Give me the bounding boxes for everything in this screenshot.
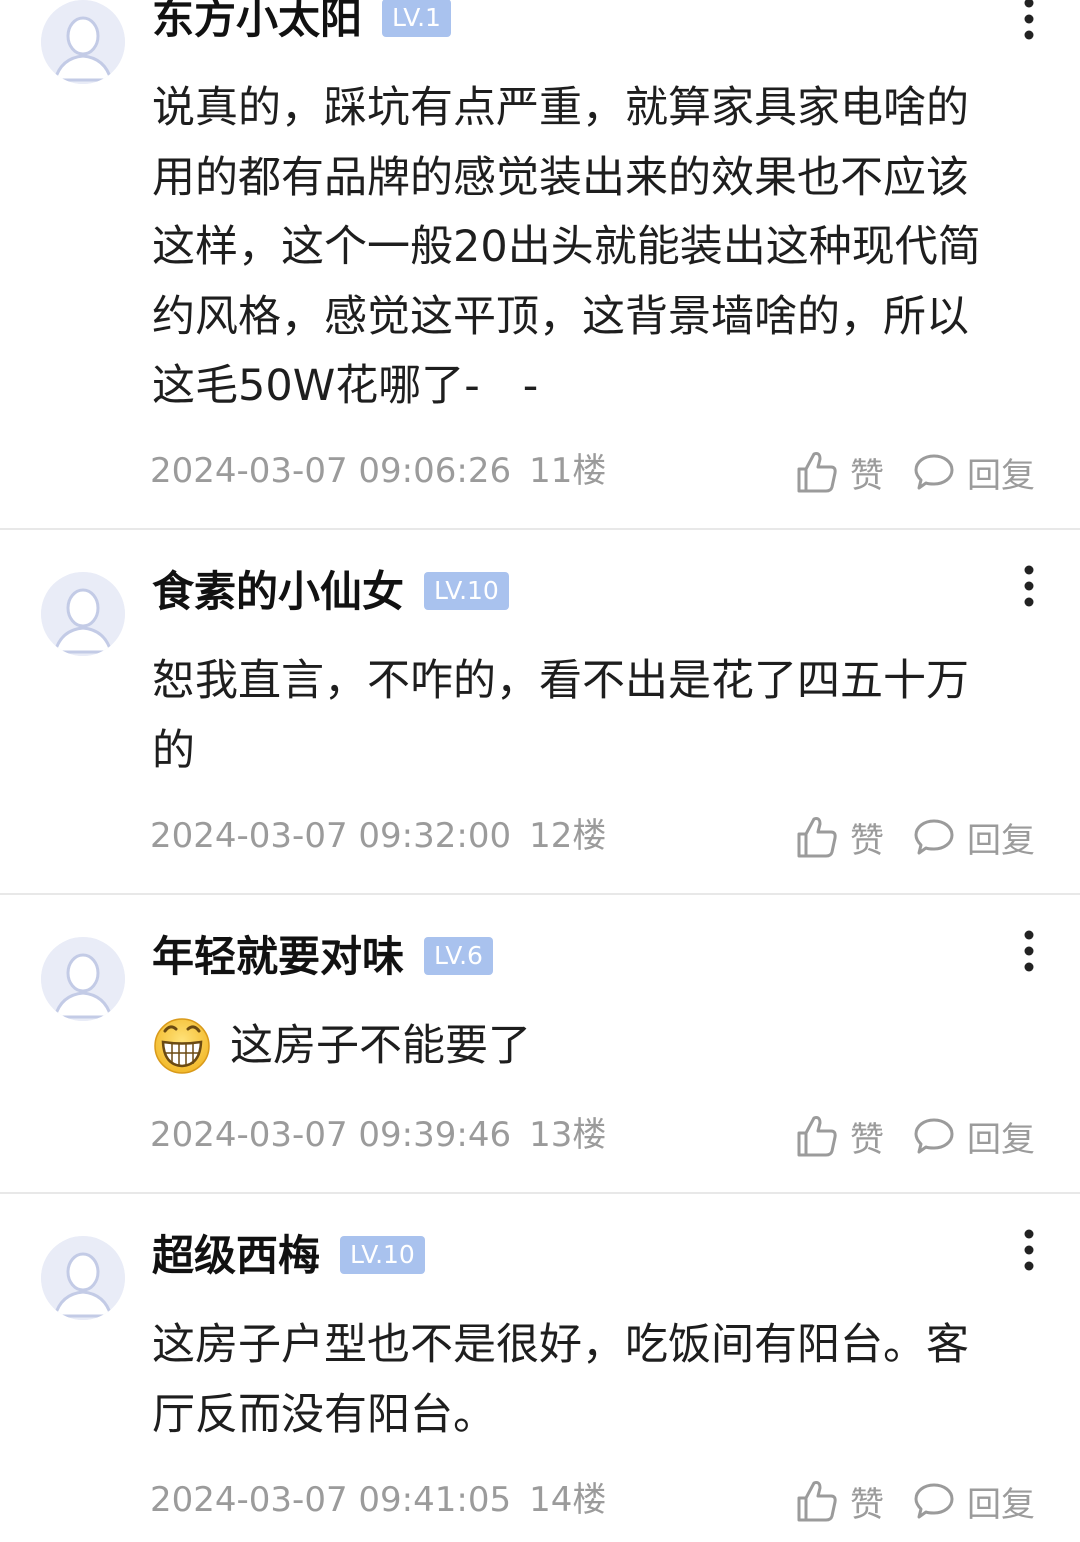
reply-button[interactable]: 回复: [913, 1112, 1035, 1160]
speech-bubble-icon: [914, 819, 954, 855]
username[interactable]: 东方小太阳 LV.1: [152, 0, 451, 44]
comment-meta: 2024-03-07 09:39:46 13楼: [150, 1113, 606, 1157]
floor-number: 12楼: [529, 816, 607, 856]
comment-line-text: 这房子不能要了: [230, 1021, 531, 1071]
username[interactable]: 年轻就要对味 LV.6: [152, 932, 493, 982]
avatar[interactable]: [41, 937, 125, 1021]
timestamp: 2024-03-07 09:06:26: [150, 451, 512, 491]
reply-button[interactable]: 回复: [913, 813, 1035, 861]
like-label[interactable]: 赞: [850, 813, 884, 862]
default-avatar-icon: [41, 0, 125, 84]
more-options-button[interactable]: [1014, 1225, 1044, 1275]
timestamp: 2024-03-07 09:41:05: [150, 1480, 512, 1520]
like-button[interactable]: 赞: [796, 1112, 884, 1160]
comment-line: 这毛50W花哪了- -: [152, 361, 539, 411]
more-vertical-icon: [1024, 1229, 1034, 1271]
like-label[interactable]: 赞: [850, 448, 884, 497]
default-avatar-icon: [41, 937, 125, 1021]
comment-meta: 2024-03-07 09:06:26 11楼: [150, 449, 606, 493]
avatar[interactable]: [41, 1236, 125, 1320]
speech-bubble-icon: [914, 1483, 954, 1519]
comment-meta: 2024-03-07 09:32:00 12楼: [150, 814, 606, 858]
comment-line: 这房子不能要了: [152, 1012, 1032, 1082]
more-vertical-icon: [1024, 565, 1034, 607]
comment-text: 这房子不能要了: [152, 1012, 1032, 1082]
more-options-button[interactable]: [1014, 0, 1044, 44]
comment-line: 用的都有品牌的感觉装出来的效果也不应该: [152, 152, 969, 203]
thumbs-up-icon: [797, 1116, 837, 1157]
thumbs-up-icon: [797, 817, 837, 858]
thumbs-up-icon: [797, 1481, 837, 1522]
default-avatar-icon: [41, 1236, 125, 1320]
username[interactable]: 超级西梅 LV.10: [152, 1231, 425, 1281]
like-button[interactable]: 赞: [796, 448, 884, 496]
default-avatar-icon: [41, 572, 125, 656]
level-badge: LV.10: [424, 571, 509, 610]
like-label[interactable]: 赞: [850, 1477, 884, 1526]
timestamp: 2024-03-07 09:39:46: [150, 1115, 512, 1155]
comment-line: 这房子户型也不是很好，吃饭间有阳台。客: [152, 1320, 969, 1370]
more-options-button[interactable]: [1014, 926, 1044, 976]
comment-line: 厅反而没有阳台。: [152, 1389, 496, 1440]
username-text[interactable]: 超级西梅: [152, 1231, 320, 1280]
like-label[interactable]: 赞: [850, 1112, 884, 1161]
username[interactable]: 食素的小仙女 LV.10: [152, 567, 509, 617]
divider: [0, 528, 1080, 530]
reply-label[interactable]: 回复: [967, 1477, 1035, 1526]
comment-line: 这样，这个一般20出头就能装出这种现代简: [152, 222, 981, 272]
reply-button[interactable]: 回复: [913, 1477, 1035, 1525]
more-vertical-icon: [1024, 0, 1034, 40]
speech-bubble-icon: [914, 1118, 954, 1154]
avatar[interactable]: [41, 0, 125, 84]
avatar[interactable]: [41, 572, 125, 656]
comment-line: 约风格，感觉这平顶，这背景墙啥的，所以: [152, 291, 969, 342]
comment-line: 的: [152, 725, 195, 776]
reply-button[interactable]: 回复: [913, 448, 1035, 496]
username-text[interactable]: 年轻就要对味: [152, 932, 404, 981]
more-vertical-icon: [1024, 930, 1034, 972]
comment-text: 恕我直言，不咋的，看不出是花了四五十万 的: [152, 647, 1032, 786]
comment-line: 说真的，踩坑有点严重，就算家具家电啥的: [152, 83, 969, 133]
comment-meta: 2024-03-07 09:41:05 14楼: [150, 1478, 606, 1522]
comment-text: 这房子户型也不是很好，吃饭间有阳台。客 厅反而没有阳台。: [152, 1311, 1032, 1450]
floor-number: 13楼: [529, 1115, 607, 1155]
floor-number: 14楼: [529, 1480, 607, 1520]
reply-label[interactable]: 回复: [967, 448, 1035, 497]
like-button[interactable]: 赞: [796, 1477, 884, 1525]
grinning-face-emoji: [154, 1017, 210, 1074]
level-badge: LV.10: [340, 1235, 425, 1274]
more-options-button[interactable]: [1014, 561, 1044, 611]
reply-label[interactable]: 回复: [967, 813, 1035, 862]
level-badge: LV.1: [382, 0, 451, 37]
level-badge: LV.6: [424, 936, 493, 975]
divider: [0, 1192, 1080, 1194]
floor-number: 11楼: [529, 451, 607, 491]
speech-bubble-icon: [914, 454, 954, 490]
username-text[interactable]: 东方小太阳: [152, 0, 362, 43]
reply-label[interactable]: 回复: [967, 1112, 1035, 1161]
like-button[interactable]: 赞: [796, 813, 884, 861]
username-text[interactable]: 食素的小仙女: [152, 567, 404, 616]
thumbs-up-icon: [797, 452, 837, 493]
comment-text: 说真的，踩坑有点严重，就算家具家电啥的 用的都有品牌的感觉装出来的效果也不应该 …: [152, 74, 1032, 422]
divider: [0, 893, 1080, 895]
comment-line: 恕我直言，不咋的，看不出是花了四五十万: [152, 656, 969, 706]
timestamp: 2024-03-07 09:32:00: [150, 816, 512, 856]
